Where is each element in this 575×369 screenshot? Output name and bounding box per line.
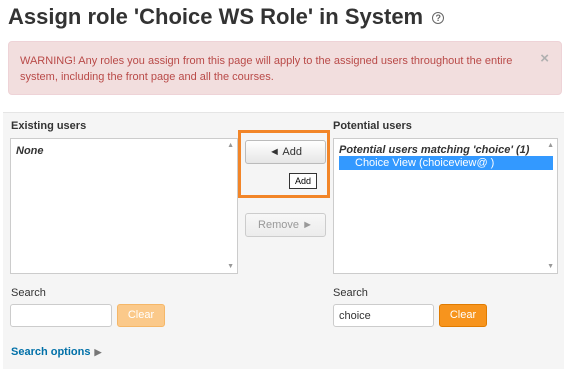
search-options-label[interactable]: Search options — [11, 346, 90, 358]
remove-button[interactable]: Remove ► — [245, 213, 326, 237]
expand-caret-icon[interactable]: ▶ — [94, 347, 101, 357]
add-button-highlight — [238, 130, 330, 198]
existing-search-label: Search — [11, 287, 46, 299]
scroll-up-icon[interactable]: ▲ — [227, 142, 234, 149]
potential-users-label: Potential users — [333, 120, 412, 132]
potential-search-input[interactable]: choice — [333, 304, 434, 327]
close-icon[interactable]: × — [540, 51, 549, 67]
help-icon[interactable]: ? — [432, 12, 445, 25]
warning-text: WARNING! Any roles you assign from this … — [20, 55, 513, 83]
page-title-text: Assign role 'Choice WS Role' in System — [8, 4, 424, 29]
existing-clear-button[interactable]: Clear — [117, 304, 165, 327]
existing-users-listbox[interactable]: None ▲ ▼ — [10, 138, 238, 274]
search-options-link[interactable]: Search options ▶ — [11, 346, 101, 358]
warning-alert: WARNING! Any roles you assign from this … — [8, 41, 562, 95]
existing-users-none-option[interactable]: None — [11, 139, 237, 157]
potential-user-option[interactable]: Choice View (choiceview@ ) — [339, 156, 553, 170]
potential-users-listbox[interactable]: Potential users matching 'choice' (1) Ch… — [333, 138, 558, 274]
scroll-up-icon[interactable]: ▲ — [547, 142, 554, 149]
existing-search-input[interactable] — [10, 304, 112, 327]
scroll-down-icon[interactable]: ▼ — [547, 263, 554, 270]
potential-clear-button[interactable]: Clear — [439, 304, 487, 327]
existing-users-label: Existing users — [11, 120, 87, 132]
potential-users-group: Potential users matching 'choice' (1) — [339, 144, 530, 156]
potential-search-label: Search — [333, 287, 368, 299]
scroll-down-icon[interactable]: ▼ — [227, 263, 234, 270]
page-title: Assign role 'Choice WS Role' in System ? — [8, 4, 445, 30]
